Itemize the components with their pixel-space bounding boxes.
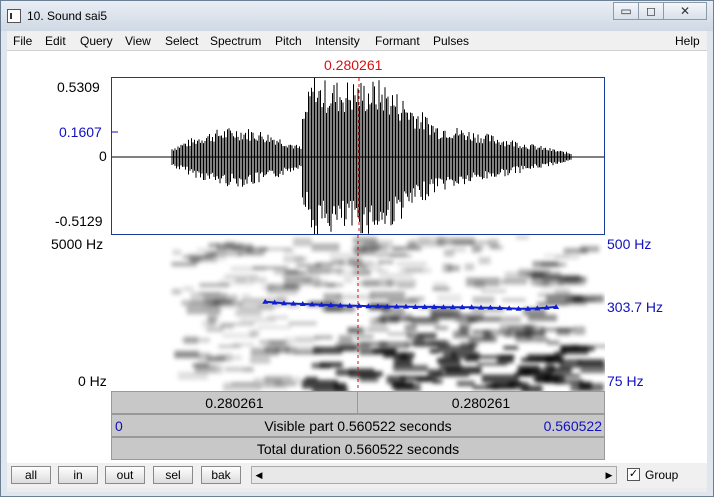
zoom-selection-button[interactable]: sel: [153, 466, 193, 484]
zoom-out-button[interactable]: out: [105, 466, 145, 484]
cursor-time-label: 0.280261: [324, 57, 383, 73]
menu-pitch[interactable]: Pitch: [275, 34, 302, 48]
visible-end-label: 0.560522: [543, 417, 602, 434]
scroll-left-icon[interactable]: ◀: [252, 467, 266, 483]
pitch-value-label: 303.7 Hz: [607, 299, 664, 315]
spectrogram-top-freq-label: 5000 Hz: [51, 236, 104, 252]
menu-bar: File Edit Query View Select Spectrum Pit…: [7, 31, 707, 51]
group-checkbox[interactable]: ✓: [627, 468, 640, 481]
segment-left-duration: 0.280261: [205, 394, 264, 411]
zoom-in-button[interactable]: in: [58, 466, 98, 484]
pitch-top-label: 500 Hz: [607, 236, 652, 252]
menu-intensity[interactable]: Intensity: [315, 34, 360, 48]
zoom-all-button[interactable]: all: [11, 466, 51, 484]
window-title: 10. Sound sai5: [27, 9, 108, 23]
minimize-button[interactable]: ▭: [613, 2, 639, 20]
bottom-toolbar: all in out sel bak ◀ ▶ ✓ Group: [7, 463, 707, 488]
menu-help[interactable]: Help: [675, 34, 700, 48]
waveform-panel[interactable]: [111, 77, 605, 235]
visible-start-label: 0: [115, 417, 123, 434]
waveform-cursor-value-label: 0.1607: [59, 124, 102, 140]
visible-part-label: Visible part 0.560522 seconds: [264, 417, 452, 434]
waveform-plot: [112, 78, 604, 234]
zoom-back-button[interactable]: bak: [201, 466, 241, 484]
segment-right-duration: 0.280261: [451, 394, 511, 411]
maximize-icon: ◻: [646, 4, 656, 18]
minimize-icon: ▭: [620, 4, 632, 18]
menu-edit[interactable]: Edit: [45, 34, 66, 48]
total-duration-bar[interactable]: Total duration 0.560522 seconds: [111, 437, 605, 460]
menu-view[interactable]: View: [125, 34, 151, 48]
waveform-min-label: -0.5129: [55, 213, 103, 229]
praat-sound-window: 10. Sound sai5 ▭ ◻ ✕ File Edit Query Vie…: [0, 0, 714, 497]
scroll-right-icon[interactable]: ▶: [602, 467, 616, 483]
close-button[interactable]: ✕: [663, 2, 707, 20]
menu-select[interactable]: Select: [165, 34, 198, 48]
menu-file[interactable]: File: [13, 34, 32, 48]
waveform-max-label: 0.5309: [57, 79, 100, 95]
total-duration-label: Total duration 0.560522 seconds: [256, 440, 460, 457]
waveform-zero-label: 0: [99, 148, 107, 164]
pitch-bottom-label: 75 Hz: [607, 373, 644, 389]
client-area: File Edit Query View Select Spectrum Pit…: [7, 31, 707, 492]
segment-right-bar[interactable]: 0.280261: [357, 391, 605, 414]
menu-spectrum[interactable]: Spectrum: [210, 34, 261, 48]
spectrogram-panel[interactable]: [111, 235, 605, 391]
visible-part-bar[interactable]: 0 Visible part 0.560522 seconds 0.560522: [111, 414, 605, 437]
title-bar[interactable]: 10. Sound sai5 ▭ ◻ ✕: [1, 1, 713, 31]
spectrogram-plot: [111, 235, 605, 391]
close-icon: ✕: [679, 4, 691, 18]
maximize-button[interactable]: ◻: [638, 2, 664, 20]
menu-query[interactable]: Query: [80, 34, 113, 48]
segment-left-bar[interactable]: 0.280261: [111, 391, 358, 414]
group-label: Group: [645, 468, 679, 482]
sound-editor-canvas[interactable]: 0.280261 0.5309 0.1607 0 -0.5129 5000 Hz…: [7, 51, 707, 488]
spectrogram-bottom-freq-label: 0 Hz: [78, 373, 107, 389]
window-icon: [7, 9, 21, 23]
menu-formant[interactable]: Formant: [375, 34, 420, 48]
menu-pulses[interactable]: Pulses: [433, 34, 469, 48]
time-scrollbar[interactable]: ◀ ▶: [251, 466, 617, 484]
